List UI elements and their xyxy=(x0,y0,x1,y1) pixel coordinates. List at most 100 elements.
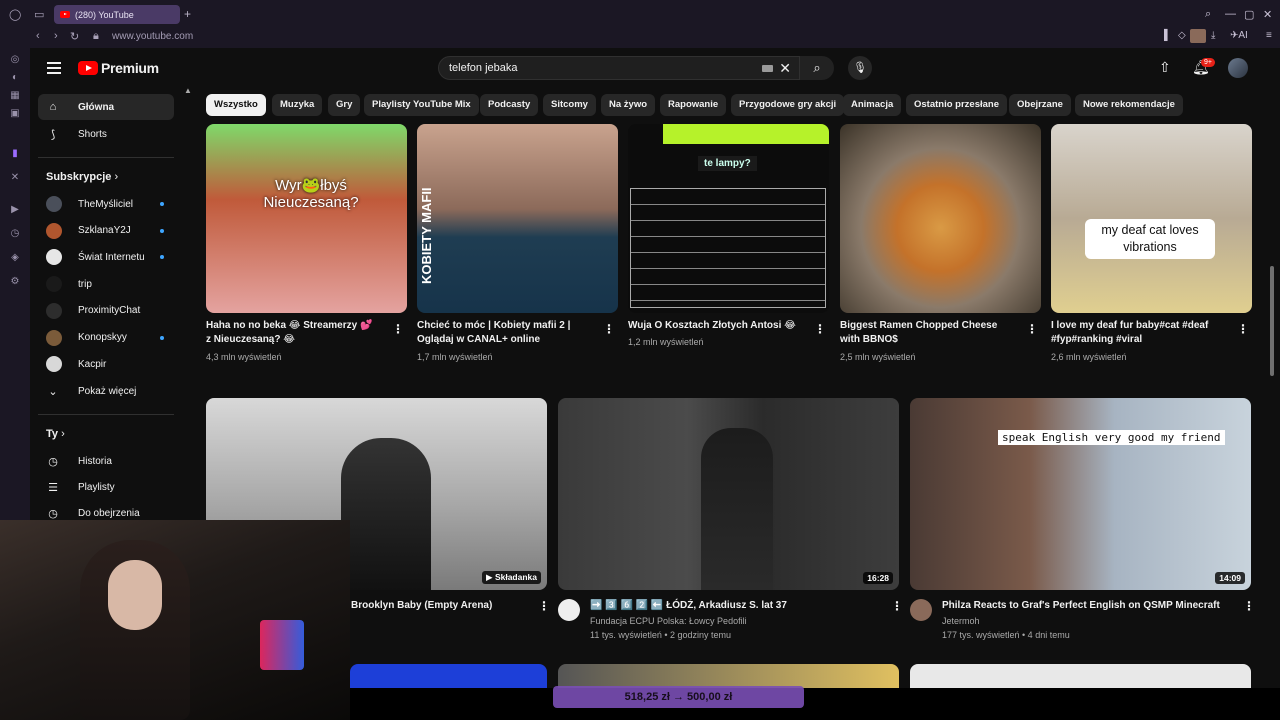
sidebar-item-home[interactable]: ⌂ Główna xyxy=(38,94,174,120)
video-thumbnail[interactable] xyxy=(350,664,547,688)
x-icon[interactable]: ✕ xyxy=(9,172,21,184)
history-icon[interactable]: ◷ xyxy=(9,228,21,240)
video-thumbnail[interactable]: speak English very good my friend 14:09 xyxy=(910,398,1251,590)
video-title[interactable]: Biggest Ramen Chopped Cheese xyxy=(840,319,1020,333)
sidebar-item-subscription[interactable]: Konopskyy xyxy=(38,325,174,351)
chip-filter[interactable]: Nowe rekomendacje xyxy=(1075,94,1183,116)
video-thumbnail[interactable] xyxy=(558,664,899,688)
more-options-icon[interactable]: ⋮ xyxy=(538,599,550,613)
chip-filter[interactable]: Wszystko xyxy=(206,94,266,116)
profile-extension-icon[interactable] xyxy=(1190,29,1206,43)
search-tabs-icon[interactable]: ⌕ xyxy=(1205,8,1211,21)
sidebar-app-1-icon[interactable]: ◎ xyxy=(9,54,21,66)
more-options-icon[interactable]: ⋮ xyxy=(1243,599,1255,613)
cube-icon[interactable]: ◈ xyxy=(9,252,21,264)
sidebar-item-history[interactable]: ◷ Historia xyxy=(38,448,174,474)
video-title[interactable]: Brooklyn Baby (Empty Arena) xyxy=(351,599,531,613)
video-thumbnail[interactable] xyxy=(910,664,1251,688)
video-thumbnail[interactable]: te lampy? xyxy=(628,124,829,313)
channel-avatar[interactable] xyxy=(558,599,580,621)
chip-filter[interactable]: Obejrzane xyxy=(1009,94,1071,116)
video-thumbnail[interactable] xyxy=(840,124,1041,313)
channel-avatar[interactable] xyxy=(910,599,932,621)
video-title[interactable]: Chcieć to móc | Kobiety mafii 2 | xyxy=(417,319,597,333)
cube-icon[interactable]: ◇ xyxy=(1178,30,1186,41)
address-bar[interactable]: www.youtube.com xyxy=(112,31,193,42)
video-thumbnail[interactable]: 16:28 xyxy=(558,398,899,590)
sidebar-item-playlists[interactable]: ☰ Playlisty xyxy=(38,474,174,500)
subscriptions-heading[interactable]: Subskrypcje › xyxy=(46,171,118,183)
more-options-icon[interactable]: ⋮ xyxy=(1026,322,1038,336)
more-options-icon[interactable]: ⋮ xyxy=(814,322,826,336)
hamburger-menu-icon[interactable] xyxy=(47,62,61,77)
ai-icon[interactable]: ✈AI xyxy=(1230,30,1248,41)
back-icon[interactable]: ‹ xyxy=(36,30,40,42)
video-title-line2[interactable]: z Nieuczesaną? 😂 xyxy=(206,333,386,347)
sidebar-item-subscription[interactable]: Świat Internetu xyxy=(38,244,174,270)
mic-icon[interactable]: 🎙︎ xyxy=(848,56,872,80)
video-title-line2[interactable]: #fyp#ranking #viral xyxy=(1051,333,1231,347)
forward-icon[interactable]: › xyxy=(54,30,58,42)
chip-filter[interactable]: Animacja xyxy=(843,94,902,116)
sidebar-scroll-up-icon[interactable]: ▲ xyxy=(184,86,192,95)
chip-filter[interactable]: Przygodowe gry akcji xyxy=(731,94,845,116)
keyboard-icon[interactable] xyxy=(762,65,773,72)
sidebar-item-subscription[interactable]: SzklanaY2J xyxy=(38,218,174,244)
search-button[interactable]: ⌕ xyxy=(800,56,834,80)
video-title-line2[interactable]: with BBNO$ xyxy=(840,333,1020,347)
video-title[interactable]: Wuja O Kosztach Złotych Antosi 😂 xyxy=(628,319,808,333)
reload-icon[interactable]: ↻ xyxy=(70,30,79,43)
video-title[interactable]: I love my deaf fur baby#cat #deaf xyxy=(1051,319,1231,333)
sidebar-item-show-more[interactable]: ⌄ Pokaż więcej xyxy=(38,378,174,404)
search-input[interactable]: telefon jebaka ✕ xyxy=(438,56,800,80)
sidebar-app-2-icon[interactable]: ◐ xyxy=(9,72,21,84)
chip-filter[interactable]: Gry xyxy=(328,94,361,116)
channel-name[interactable]: Fundacja ECPU Polska: Łowcy Pedofili xyxy=(590,614,747,628)
chip-filter[interactable]: Muzyka xyxy=(272,94,323,116)
chip-filter[interactable]: Ostatnio przesłane xyxy=(906,94,1007,116)
you-heading[interactable]: Ty › xyxy=(46,428,65,440)
download-icon[interactable]: ⤓ xyxy=(1211,30,1215,41)
chip-filter[interactable]: Rapowanie xyxy=(660,94,727,116)
more-options-icon[interactable]: ⋮ xyxy=(603,322,615,336)
video-title[interactable]: Philza Reacts to Graf's Perfect English … xyxy=(942,599,1234,613)
opera-logo-icon[interactable]: ◯ xyxy=(9,8,21,21)
more-options-icon[interactable]: ⋮ xyxy=(1237,322,1249,336)
menu-icon[interactable]: ≡ xyxy=(1266,30,1272,41)
sidebar-item-subscription[interactable]: trip xyxy=(38,271,174,297)
new-tab-button[interactable]: + xyxy=(184,7,191,21)
more-options-icon[interactable]: ⋮ xyxy=(891,599,903,613)
sidebar-item-subscription[interactable]: Kacpir xyxy=(38,351,174,377)
avatar[interactable] xyxy=(1228,58,1248,78)
upload-icon[interactable]: ⇧ xyxy=(1159,59,1171,76)
youtube-logo[interactable]: Premium xyxy=(78,60,159,76)
player-icon[interactable]: ▶ xyxy=(9,204,21,216)
tab-youtube[interactable]: (280) YouTube xyxy=(54,5,180,24)
scrollbar-thumb[interactable] xyxy=(1270,266,1274,376)
clear-search-icon[interactable]: ✕ xyxy=(779,60,791,77)
chip-filter[interactable]: Playlisty YouTube Mix xyxy=(364,94,479,116)
close-icon[interactable]: ✕ xyxy=(1263,8,1272,21)
chip-filter[interactable]: Na żywo xyxy=(601,94,656,116)
chip-filter[interactable]: Podcasty xyxy=(480,94,539,116)
video-thumbnail[interactable]: Wyr🐸łbyś Nieuczesaną? xyxy=(206,124,407,313)
video-thumbnail[interactable]: my deaf cat loves vibrations xyxy=(1051,124,1252,313)
sidebar-item-shorts[interactable]: ⟆ Shorts xyxy=(38,121,174,147)
minimize-icon[interactable]: — xyxy=(1225,8,1236,20)
scrollbar[interactable] xyxy=(1270,96,1274,686)
sidebar-app-4-icon[interactable]: ▣ xyxy=(9,108,21,120)
chip-filter[interactable]: Sitcomy xyxy=(543,94,596,116)
sidebar-app-3-icon[interactable]: ▦ xyxy=(9,90,21,102)
tab-menu-icon[interactable]: ▭ xyxy=(34,8,44,21)
video-thumbnail[interactable]: KOBIETY MAFII xyxy=(417,124,618,313)
more-options-icon[interactable]: ⋮ xyxy=(392,322,404,336)
extensions-icon[interactable]: ▌ xyxy=(1164,30,1171,41)
sidebar-item-subscription[interactable]: ProximityChat xyxy=(38,298,174,324)
video-title-line2[interactable]: Oglądaj w CANAL+ online xyxy=(417,333,597,347)
video-title[interactable]: ➡️ 3️⃣ 6️⃣ 2️⃣ ⬅️ ŁÓDŹ, Arkadiusz S. lat… xyxy=(590,599,880,613)
video-title[interactable]: Haha no no beka 😂 Streamerzy 💕 xyxy=(206,319,386,333)
sidebar-item-subscription[interactable]: TheMyśliciel xyxy=(38,191,174,217)
channel-name[interactable]: Jetermoh xyxy=(942,614,980,628)
twitch-icon[interactable]: ▮ xyxy=(9,148,21,160)
settings-icon[interactable]: ⚙ xyxy=(9,276,21,288)
